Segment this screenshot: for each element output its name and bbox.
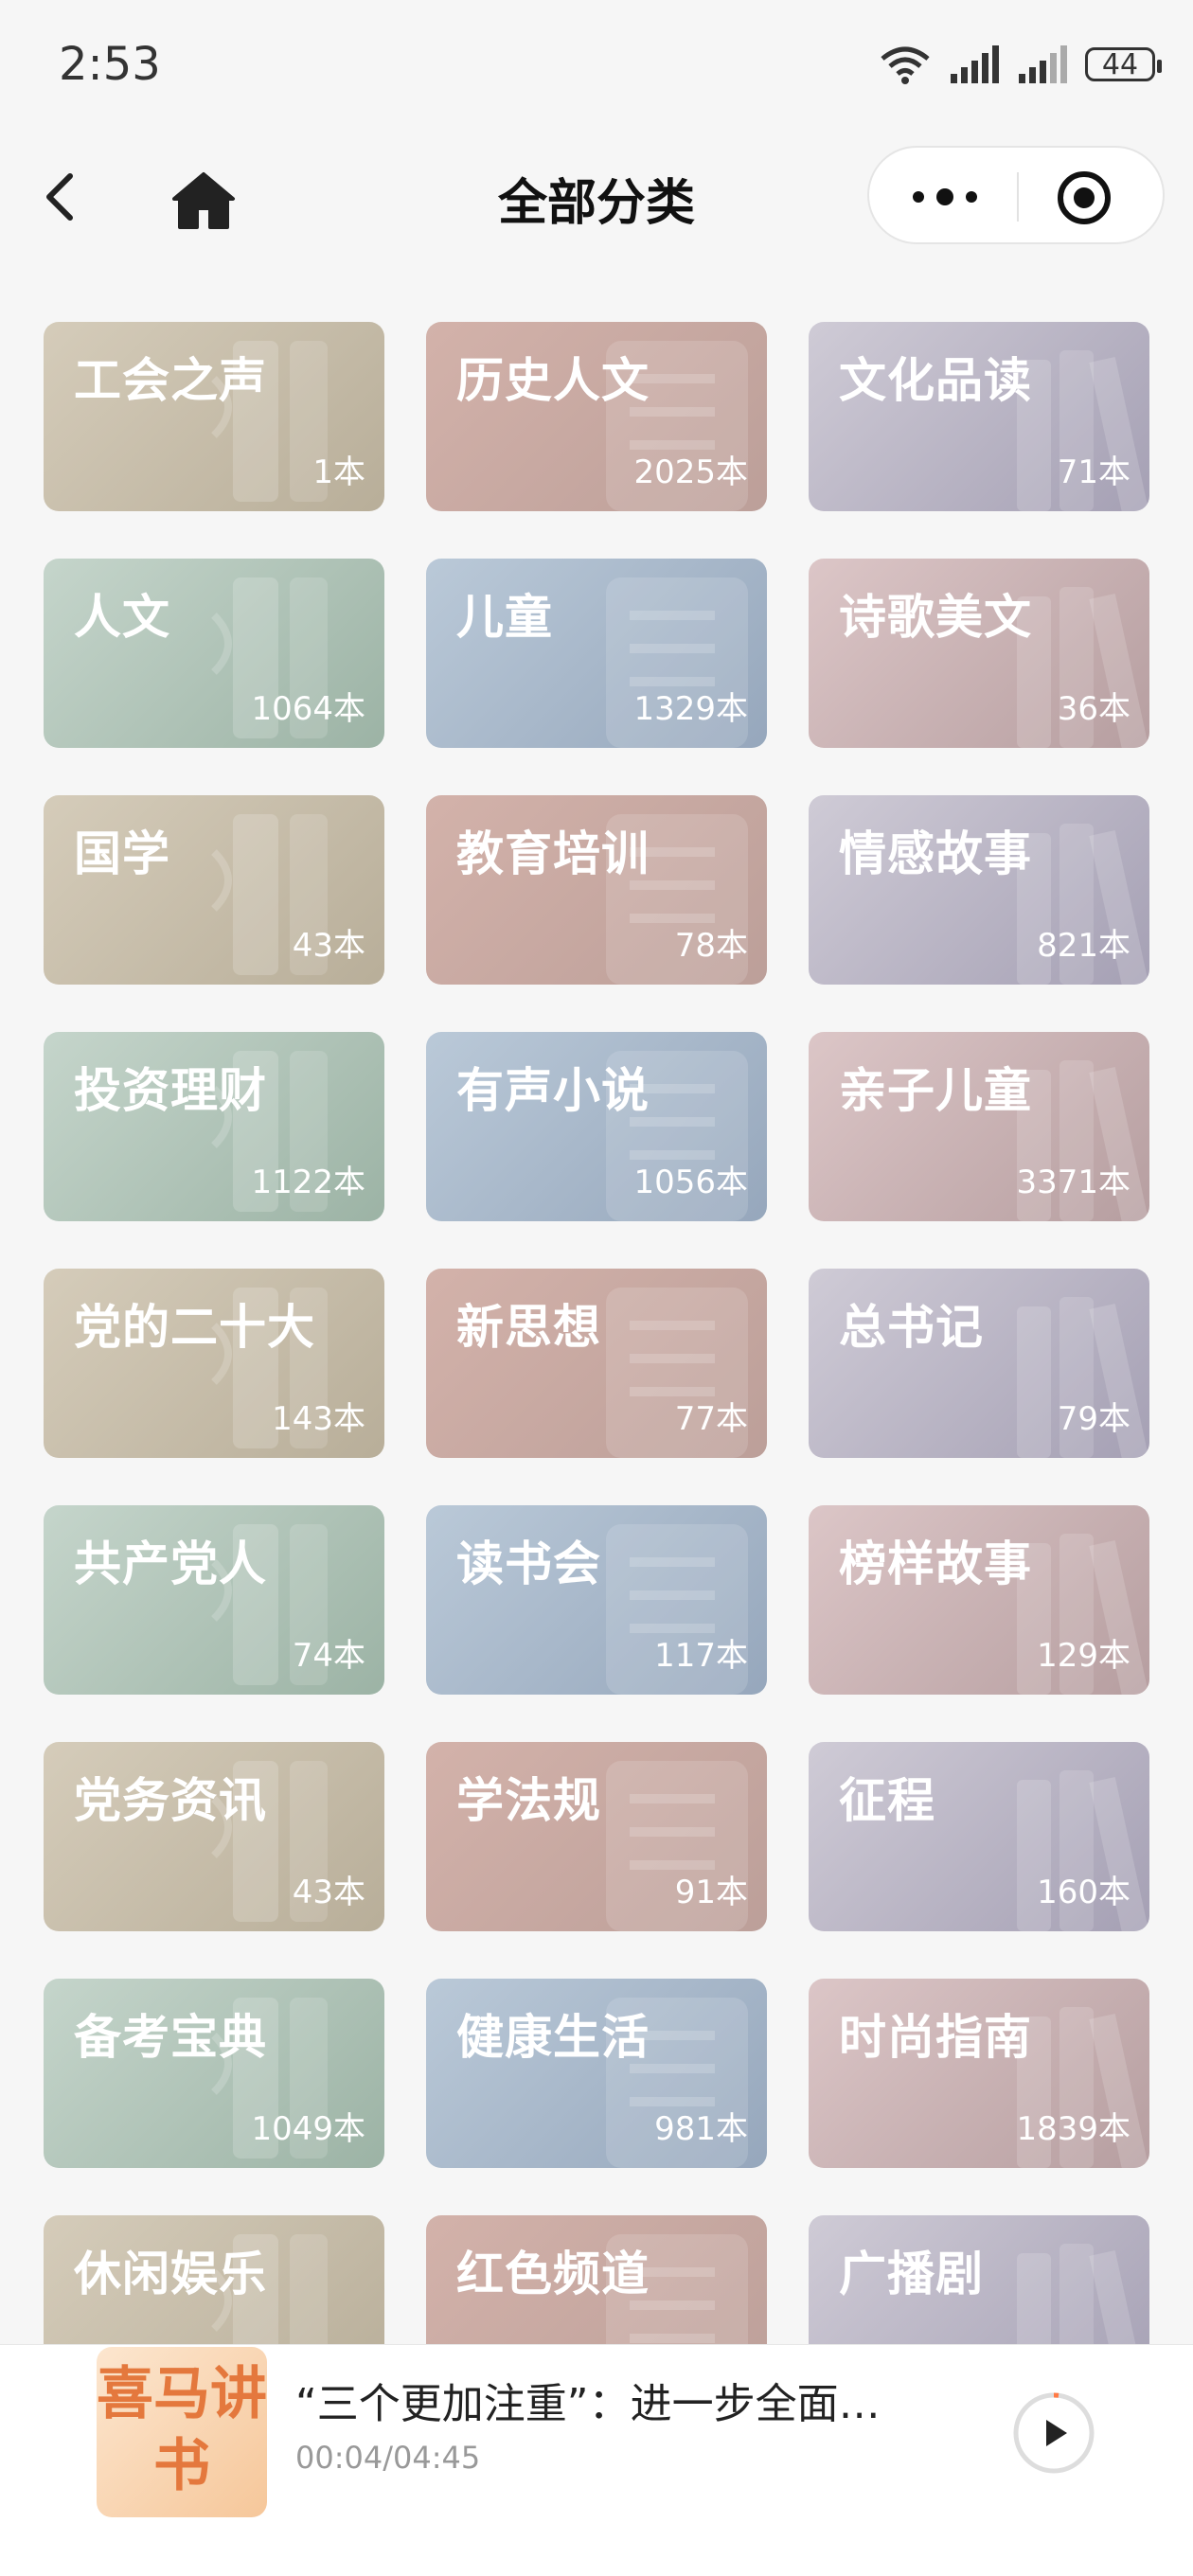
category-title: 学法规 (456, 1773, 601, 1828)
track-time: 00:04/04:45 (295, 2440, 481, 2476)
nav-bar: 全部分类 (0, 142, 1193, 265)
category-count: 1本 (312, 453, 365, 491)
close-mini-program-icon[interactable] (1055, 169, 1113, 227)
category-count: 79本 (1057, 1400, 1131, 1438)
category-title: 儿童 (456, 590, 553, 645)
mini-program-capsule (867, 146, 1165, 244)
category-title: 历史人文 (456, 353, 650, 408)
category-count: 143本 (272, 1400, 365, 1438)
category-count: 2025本 (633, 453, 748, 491)
category-count: 1049本 (251, 2110, 365, 2148)
category-count: 77本 (674, 1400, 748, 1438)
category-card[interactable]: 征程 160本 (809, 1742, 1149, 1931)
category-card[interactable]: 诗歌美文 36本 (809, 559, 1149, 748)
category-title: 备考宝典 (74, 2010, 267, 2065)
status-bar: 2:53 44 (0, 0, 1193, 142)
status-icons: 44 (879, 42, 1162, 87)
category-title: 广播剧 (839, 2247, 984, 2301)
category-card[interactable]: 共产党人 74本 (44, 1505, 384, 1695)
category-card[interactable]: 党的二十大 143本 (44, 1269, 384, 1458)
category-count: 1839本 (1016, 2110, 1131, 2148)
category-title: 时尚指南 (839, 2010, 1032, 2065)
category-card[interactable]: 投资理财 1122本 (44, 1032, 384, 1221)
category-card[interactable]: 总书记 79本 (809, 1269, 1149, 1458)
category-card[interactable]: 人文 1064本 (44, 559, 384, 748)
category-card[interactable]: 健康生活 981本 (426, 1979, 767, 2168)
category-count: 3371本 (1016, 1164, 1131, 1201)
category-count: 1329本 (633, 690, 748, 728)
category-title: 教育培训 (456, 826, 650, 881)
category-count: 74本 (292, 1637, 365, 1675)
category-title: 党的二十大 (74, 1300, 315, 1355)
category-card[interactable]: 教育培训 78本 (426, 795, 767, 985)
category-card[interactable]: 党务资讯 43本 (44, 1742, 384, 1931)
category-count: 1056本 (633, 1164, 748, 1201)
category-title: 情感故事 (839, 826, 1032, 881)
signal-icon-2 (1019, 45, 1067, 83)
category-title: 投资理财 (74, 1063, 267, 1118)
category-card[interactable]: 有声小说 1056本 (426, 1032, 767, 1221)
capsule-divider (1017, 172, 1019, 222)
category-title: 人文 (74, 590, 170, 645)
category-card[interactable]: 文化品读 71本 (809, 322, 1149, 511)
category-count: 43本 (292, 1874, 365, 1911)
category-count: 1064本 (251, 690, 365, 728)
category-title: 文化品读 (839, 353, 1032, 408)
category-count: 981本 (654, 2110, 748, 2148)
cover-text: 喜马讲书 (97, 2361, 267, 2499)
category-title: 休闲娱乐 (74, 2247, 267, 2301)
category-title: 亲子儿童 (839, 1063, 1032, 1118)
more-options-icon[interactable] (898, 169, 992, 225)
category-title: 健康生活 (456, 2010, 650, 2065)
category-title: 新思想 (456, 1300, 601, 1355)
category-card[interactable]: 备考宝典 1049本 (44, 1979, 384, 2168)
category-count: 1122本 (251, 1164, 365, 1201)
category-count: 117本 (654, 1637, 748, 1675)
category-title: 总书记 (839, 1300, 984, 1355)
signal-icon (951, 45, 999, 83)
battery-icon: 44 (1085, 47, 1162, 81)
category-title: 读书会 (456, 1537, 601, 1591)
category-title: 国学 (74, 826, 170, 881)
category-count: 91本 (674, 1874, 748, 1911)
category-count: 71本 (1057, 453, 1131, 491)
category-title: 共产党人 (74, 1537, 267, 1591)
category-card[interactable]: 新思想 77本 (426, 1269, 767, 1458)
category-title: 诗歌美文 (839, 590, 1032, 645)
category-title: 征程 (839, 1773, 935, 1828)
category-card[interactable]: 工会之声 1本 (44, 322, 384, 511)
category-count: 129本 (1037, 1637, 1131, 1675)
album-cover[interactable]: 喜马讲书 (97, 2347, 267, 2517)
category-count: 821本 (1037, 927, 1131, 965)
category-card[interactable]: 儿童 1329本 (426, 559, 767, 748)
category-card[interactable]: 榜样故事 129本 (809, 1505, 1149, 1695)
wifi-icon (881, 46, 930, 84)
battery-level: 44 (1101, 47, 1139, 81)
category-card[interactable]: 国学 43本 (44, 795, 384, 985)
track-title[interactable]: “三个更加注重”：进一步全面… (295, 2370, 901, 2430)
category-card[interactable]: 时尚指南 1839本 (809, 1979, 1149, 2168)
category-card[interactable]: 学法规 91本 (426, 1742, 767, 1931)
category-card[interactable]: 读书会 117本 (426, 1505, 767, 1695)
category-count: 78本 (674, 927, 748, 965)
category-title: 党务资讯 (74, 1773, 267, 1828)
status-time: 2:53 (59, 38, 161, 91)
mini-player[interactable]: 喜马讲书 “三个更加注重”：进一步全面… 00:04/04:45 (0, 2344, 1193, 2576)
play-icon[interactable] (1011, 2390, 1096, 2476)
category-title: 榜样故事 (839, 1537, 1032, 1591)
category-card[interactable]: 历史人文 2025本 (426, 322, 767, 511)
category-card[interactable]: 情感故事 821本 (809, 795, 1149, 985)
category-title: 有声小说 (456, 1063, 650, 1118)
category-card[interactable]: 亲子儿童 3371本 (809, 1032, 1149, 1221)
category-title: 工会之声 (74, 353, 267, 408)
category-count: 36本 (1057, 690, 1131, 728)
category-title: 红色频道 (456, 2247, 650, 2301)
category-count: 160本 (1037, 1874, 1131, 1911)
category-count: 43本 (292, 927, 365, 965)
